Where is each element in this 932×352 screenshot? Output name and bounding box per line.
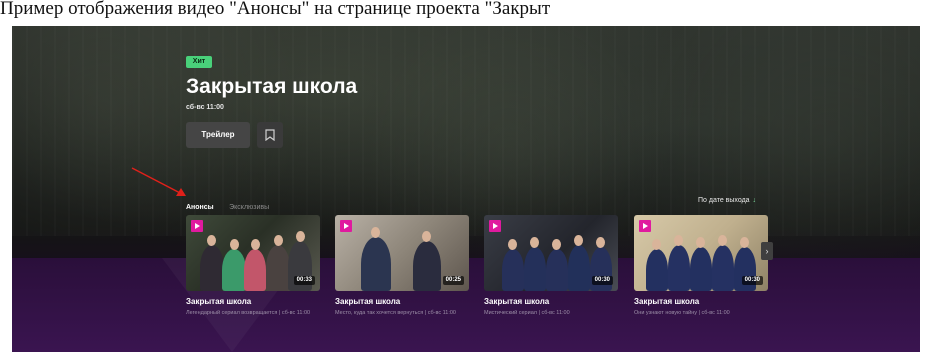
video-duration: 00:30 [591, 276, 613, 285]
card-title[interactable]: Закрытая школа [634, 297, 768, 307]
video-duration: 00:25 [442, 276, 464, 285]
sort-dropdown[interactable]: По дате выхода ↓ [698, 196, 756, 206]
video-thumbnail[interactable]: 00:30 [484, 215, 618, 291]
play-icon [489, 220, 501, 232]
bookmark-icon [265, 129, 275, 141]
tab-exclusives[interactable]: Эксклюзивы [229, 203, 269, 213]
carousel-next-button[interactable]: › [761, 242, 773, 260]
trailer-button[interactable]: Трейлер [186, 122, 250, 148]
card-description: Мистический сериал | сб-вс 11:00 [484, 310, 570, 316]
video-thumbnail[interactable]: 00:33 [186, 215, 320, 291]
play-icon [191, 220, 203, 232]
play-icon [340, 220, 352, 232]
video-card[interactable]: 00:25 Закрытая школа Место, куда так хоч… [335, 215, 469, 317]
chevron-right-icon: › [765, 246, 769, 256]
tab-announcements[interactable]: Анонсы [186, 203, 214, 213]
arrow-down-icon: ↓ [752, 197, 757, 204]
video-duration: 00:33 [293, 276, 315, 285]
card-description: Они узнают новую тайну | сб-вс 11:00 [634, 310, 730, 316]
video-duration: 00:30 [741, 276, 763, 285]
card-title[interactable]: Закрытая школа [484, 297, 618, 307]
caption-text: Пример отображения видео "Анонсы" на стр… [0, 0, 932, 26]
project-title: Закрытая школа [186, 75, 358, 98]
video-thumbnail[interactable]: 00:30 [634, 215, 768, 291]
video-thumbnail[interactable]: 00:25 [335, 215, 469, 291]
bookmark-button[interactable] [257, 122, 283, 148]
video-card[interactable]: 00:33 Закрытая школа Легендарный сериал … [186, 215, 320, 317]
video-card[interactable]: 00:30 Закрытая школа Мистический сериал … [484, 215, 618, 317]
hit-badge: Хит [186, 56, 212, 68]
video-tabs: Анонсы Эксклюзивы [186, 196, 280, 214]
card-title[interactable]: Закрытая школа [335, 297, 469, 307]
background-forest [12, 26, 920, 236]
project-page: Хит Закрытая школа сб-вс 11:00 Трейлер А… [12, 26, 920, 352]
play-icon [639, 220, 651, 232]
card-description: Легендарный сериал возвращается | сб-вс … [186, 310, 311, 316]
video-card[interactable]: 00:30 Закрытая школа Они узнают новую та… [634, 215, 768, 317]
sort-label: По дате выхода [698, 197, 750, 204]
schedule-text: сб-вс 11:00 [186, 104, 224, 111]
card-title[interactable]: Закрытая школа [186, 297, 320, 307]
annotation-arrow-icon [131, 167, 186, 196]
card-description: Место, куда так хочется вернуться | сб-в… [335, 310, 456, 316]
